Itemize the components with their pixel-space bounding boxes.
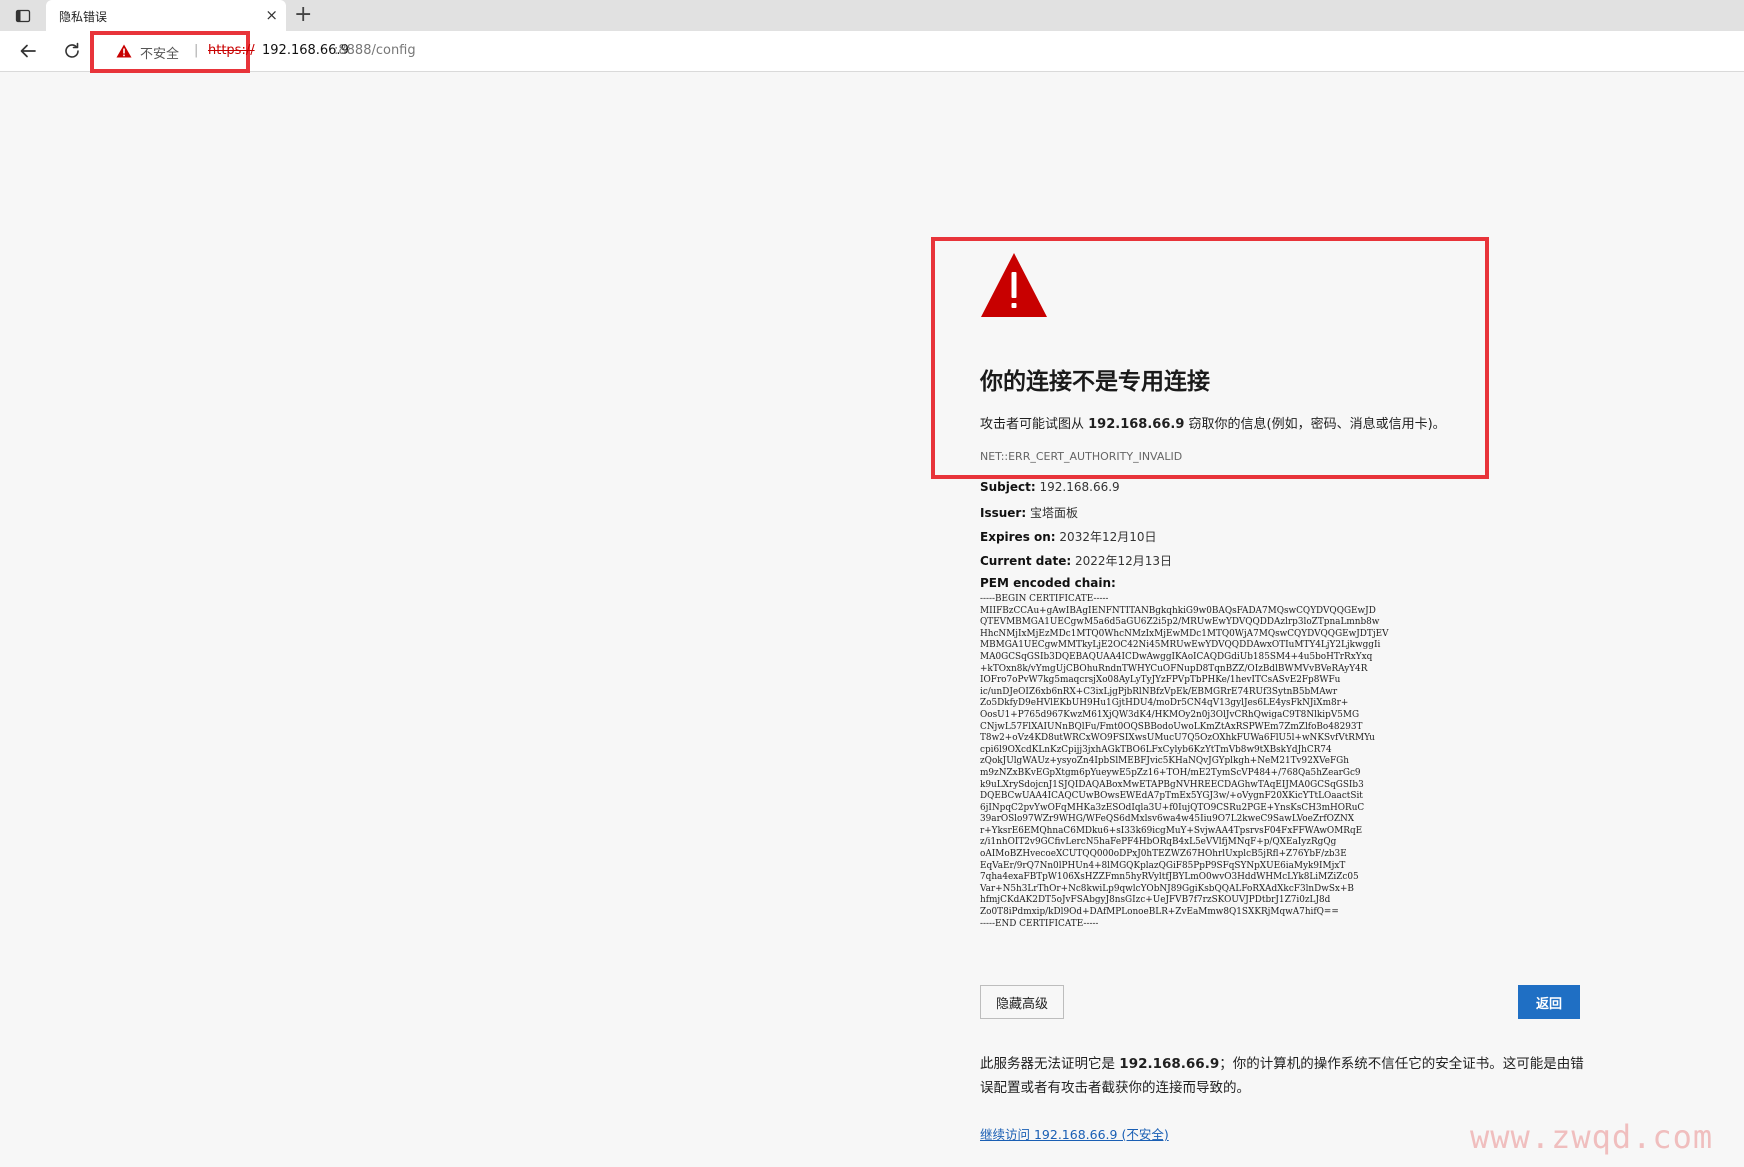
current-date: Current date: 2022年12月13日 [980, 552, 1172, 569]
warning-triangle-icon[interactable] [116, 44, 132, 58]
cert-issuer-value: 宝塔面板 [1026, 506, 1078, 520]
error-desc-host: 192.168.66.9 [1088, 417, 1185, 432]
pem-label-text: PEM encoded chain: [980, 576, 1116, 590]
address-separator: | [194, 43, 199, 58]
tab-close-icon[interactable]: × [265, 6, 278, 24]
cert-expires-value: 2032年12月10日 [1055, 530, 1157, 544]
proceed-unsafe-link[interactable]: 继续访问 192.168.66.9 (不安全) [980, 1124, 1169, 1143]
tab-title: 隐私错误 [59, 10, 108, 24]
current-date-label: Current date: [980, 554, 1072, 568]
new-tab-button[interactable]: + [294, 4, 312, 26]
url-path: :8888/config [334, 43, 416, 58]
pem-label: PEM encoded chain: [980, 576, 1116, 590]
error-heading: 你的连接不是专用连接 [980, 369, 1210, 395]
error-description: 攻击者可能试图从 192.168.66.9 窃取你的信息(例如，密码、消息或信用… [980, 413, 1446, 432]
cert-subject: Subject: 192.168.66.9 [980, 480, 1120, 494]
tab-actions-icon[interactable] [10, 6, 36, 26]
back-button[interactable]: 返回 [1518, 985, 1580, 1019]
reload-icon[interactable] [60, 39, 84, 63]
browser-toolbar: 不安全 | https:// 192.168.66.9 :8888/config [0, 31, 1744, 73]
security-status-label[interactable]: 不安全 [140, 43, 179, 62]
back-arrow-icon[interactable] [16, 39, 40, 63]
cert-subject-value: 192.168.66.9 [1035, 480, 1120, 494]
cert-issuer: Issuer: 宝塔面板 [980, 504, 1078, 521]
url-scheme: https:// [208, 43, 255, 58]
cert-expires-label: Expires on: [980, 530, 1056, 544]
error-explanation: 此服务器无法证明它是 192.168.66.9；你的计算机的操作系统不信任它的安… [980, 1052, 1592, 1100]
watermark: www.zwqd.com [1470, 1118, 1714, 1156]
current-date-value: 2022年12月13日 [1071, 554, 1173, 568]
cert-issuer-label: Issuer: [980, 506, 1027, 520]
address-bar[interactable]: 不安全 | https:// 192.168.66.9 :8888/config [90, 31, 1736, 73]
cert-subject-label: Subject: [980, 480, 1036, 494]
explanation-host: 192.168.66.9 [1119, 1056, 1220, 1072]
pem-certificate-chain: -----BEGIN CERTIFICATE----- MIIFBzCCAu+g… [980, 594, 1389, 929]
tab-strip: 隐私错误 × + [0, 0, 1744, 31]
explanation-prefix: 此服务器无法证明它是 [980, 1056, 1120, 1072]
warning-triangle-icon [981, 253, 1047, 317]
cert-expires: Expires on: 2032年12月10日 [980, 528, 1157, 545]
error-desc-suffix: 窃取你的信息(例如，密码、消息或信用卡)。 [1184, 417, 1446, 432]
error-code[interactable]: NET::ERR_CERT_AUTHORITY_INVALID [980, 450, 1182, 463]
error-desc-prefix: 攻击者可能试图从 [980, 417, 1089, 432]
active-tab[interactable]: 隐私错误 × [46, 0, 286, 31]
hide-advanced-button[interactable]: 隐藏高级 [980, 985, 1064, 1019]
